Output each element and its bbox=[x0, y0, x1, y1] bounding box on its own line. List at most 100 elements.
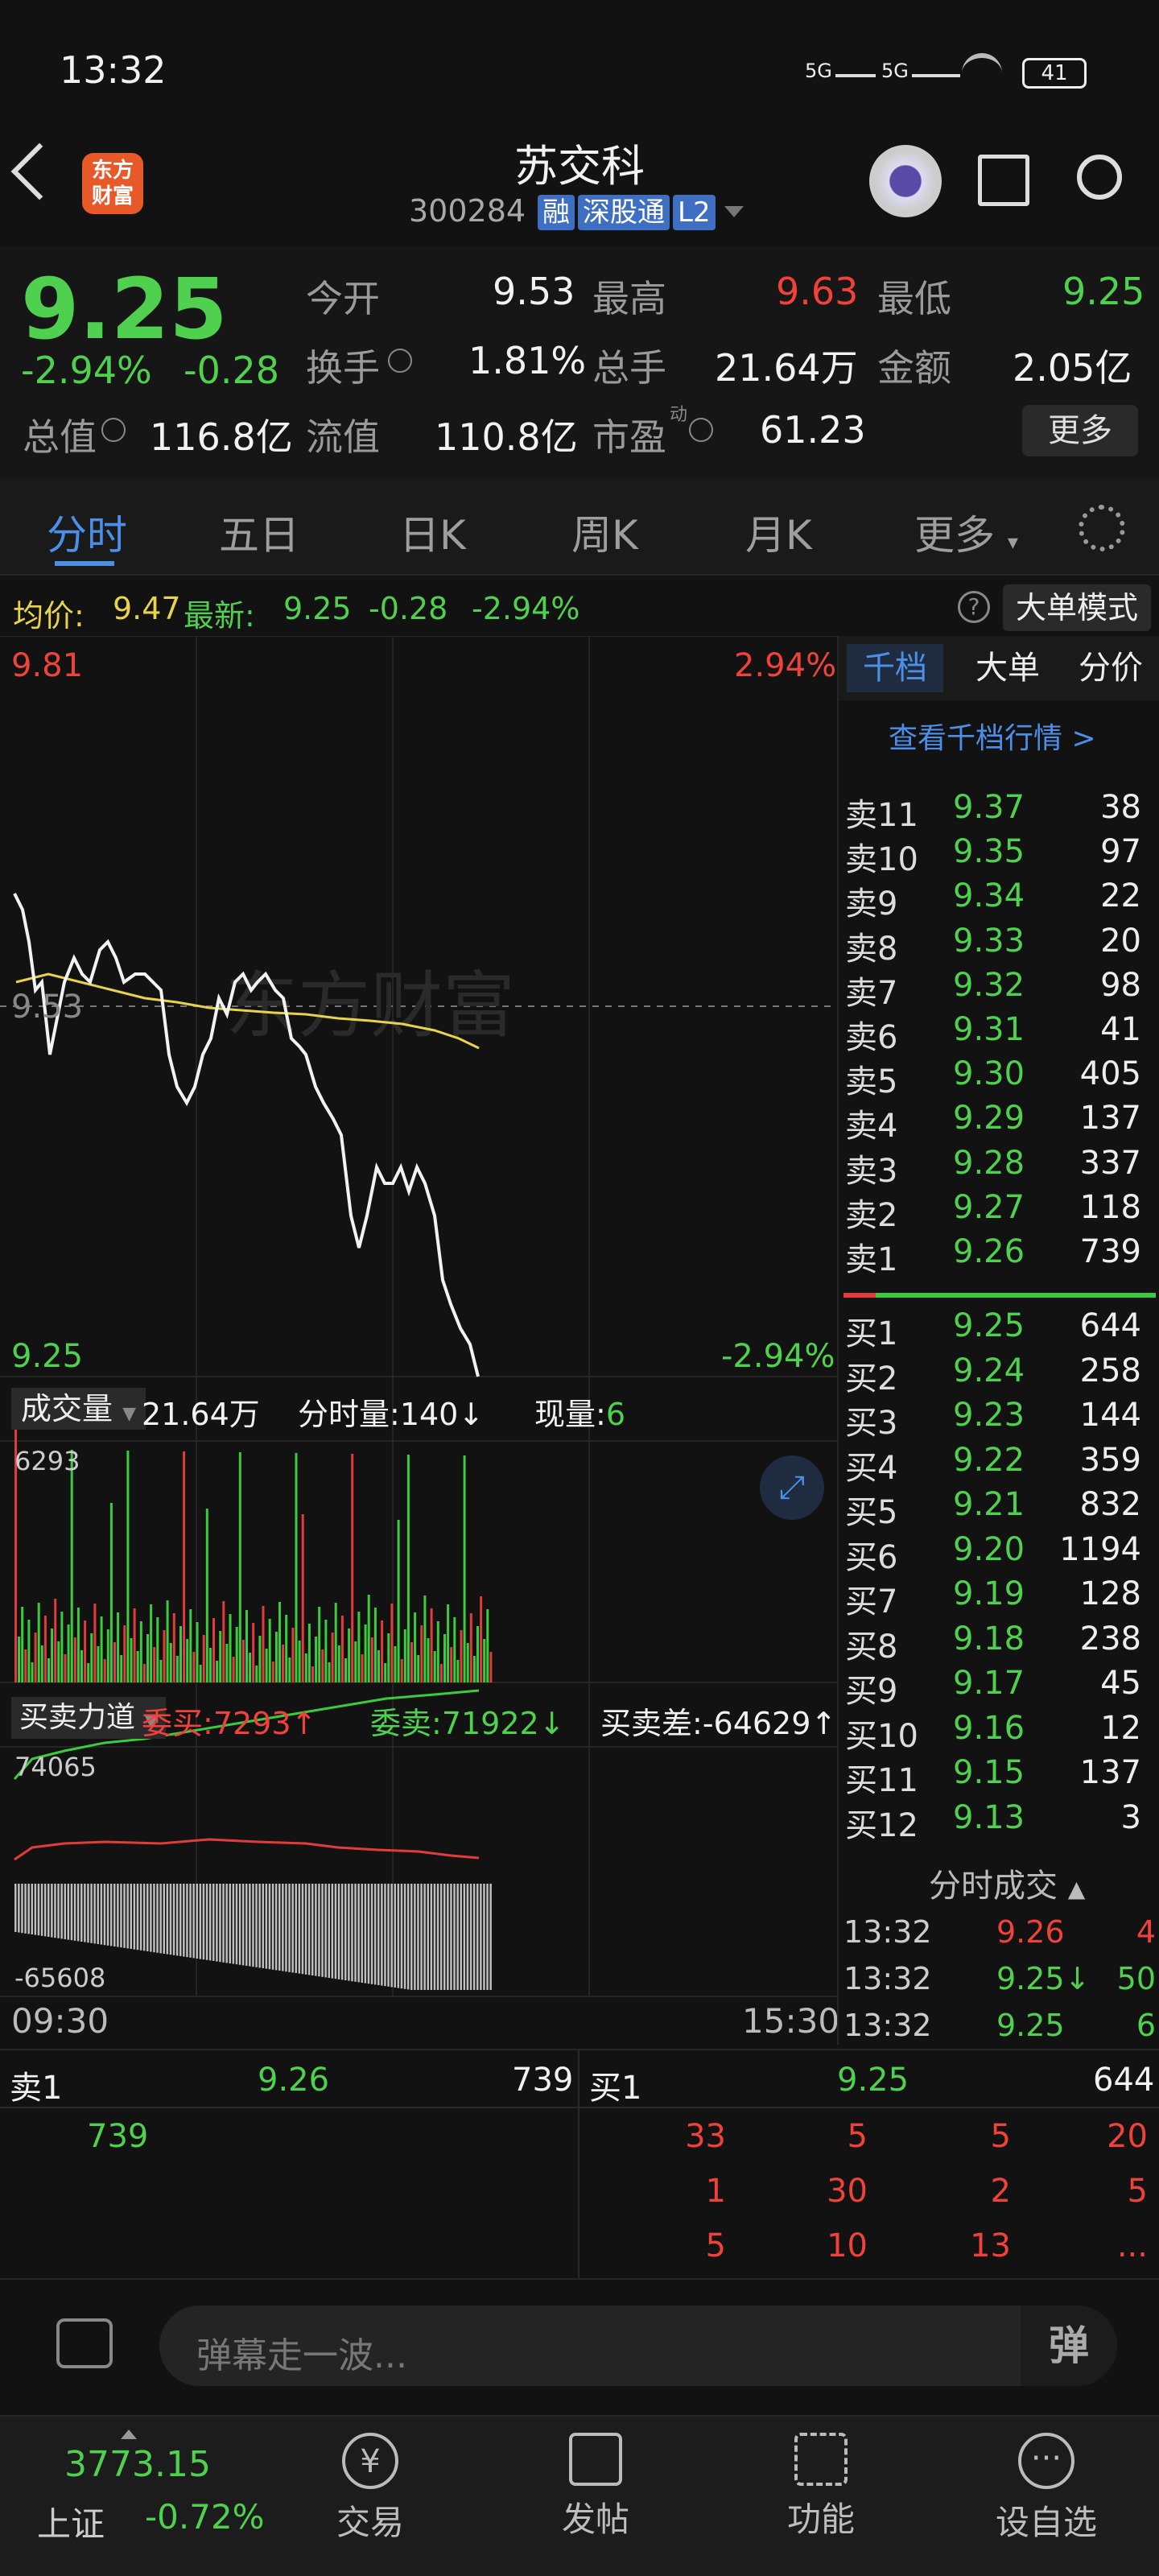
chevron-down-icon[interactable] bbox=[724, 206, 744, 217]
intraday-chart[interactable]: 东方财富 9.81 2.94% 9.53 9.25 -2.94% 成交量 ▼ 2… bbox=[0, 636, 839, 2045]
force-diff-bar bbox=[113, 1884, 116, 1946]
view-depth-link[interactable]: 查看千档行情 > bbox=[889, 715, 1096, 757]
big-order-mode-button[interactable]: 大单模式 bbox=[1003, 584, 1151, 631]
low-value: 9.25 bbox=[1062, 270, 1145, 313]
trade-tick-row: 13:32 9.26 4 bbox=[839, 1911, 1159, 1956]
order-queue: 卖1 9.26 739 739 买1 9.25 644 33 5 5 20 1 30 2 5 5… bbox=[0, 2049, 1159, 2280]
force-diff-bar bbox=[472, 1884, 476, 1990]
buy-row[interactable]: 买2 9.24 258 bbox=[839, 1349, 1159, 1397]
sell-row[interactable]: 卖9 9.34 22 bbox=[839, 874, 1159, 923]
buy-row[interactable]: 买8 9.18 238 bbox=[839, 1617, 1159, 1666]
sell-row[interactable]: 卖2 9.27 118 bbox=[839, 1186, 1159, 1234]
nav-functions[interactable]: 功能 bbox=[740, 2433, 901, 2541]
turnover-label: 换手 bbox=[306, 346, 380, 390]
buy-row[interactable]: 买5 9.21 832 bbox=[839, 1483, 1159, 1531]
force-diff-bar bbox=[97, 1884, 99, 1944]
buy-volume: 144 bbox=[1079, 1397, 1141, 1434]
sell-row[interactable]: 卖4 9.29 137 bbox=[839, 1096, 1159, 1145]
nav-post[interactable]: 发帖 bbox=[515, 2433, 676, 2541]
settings-gear-icon[interactable] bbox=[1079, 505, 1125, 551]
force-diff-bar bbox=[447, 1884, 449, 1990]
nav-add-watchlist[interactable]: ··· 设自选 bbox=[966, 2433, 1127, 2545]
sell-row[interactable]: 卖8 9.33 20 bbox=[839, 919, 1159, 968]
index-name[interactable]: 上证 bbox=[37, 2497, 105, 2546]
ticks-toggle[interactable]: 分时成交 ▲ bbox=[929, 1860, 1085, 1906]
tick-time: 13:32 bbox=[843, 1914, 932, 1950]
danmaku-toggle-icon[interactable] bbox=[56, 2318, 113, 2368]
volume-bar bbox=[169, 1643, 172, 1682]
buy-row[interactable]: 买10 9.16 12 bbox=[839, 1707, 1159, 1755]
sell-row[interactable]: 卖1 9.26 739 bbox=[839, 1230, 1159, 1278]
tab-price-dist[interactable]: 分价 bbox=[1062, 644, 1159, 692]
index-value[interactable]: 3773.15 bbox=[64, 2444, 211, 2485]
queue-buy-item: 1 bbox=[705, 2173, 726, 2210]
sell-row[interactable]: 卖11 9.37 38 bbox=[839, 786, 1159, 834]
index-change[interactable]: -0.72% bbox=[145, 2497, 265, 2537]
tab-weekly-k[interactable]: 周K bbox=[571, 503, 638, 561]
volume-bar bbox=[456, 1660, 460, 1682]
force-diff-bar bbox=[324, 1884, 327, 1978]
force-diff-bar bbox=[225, 1884, 228, 1963]
volume-bar bbox=[384, 1663, 387, 1682]
buy-row[interactable]: 买1 9.25 644 bbox=[839, 1304, 1159, 1352]
volume-bar bbox=[156, 1617, 159, 1682]
buy-volume: 45 bbox=[1100, 1665, 1141, 1702]
expand-icon[interactable]: ⤢ bbox=[760, 1455, 824, 1520]
buy-row[interactable]: 买11 9.15 137 bbox=[839, 1751, 1159, 1799]
volume-bar bbox=[390, 1604, 394, 1682]
tab-depth[interactable]: 千档 bbox=[847, 644, 943, 692]
volume-bar bbox=[315, 1637, 318, 1682]
tab-5day[interactable]: 五日 bbox=[219, 503, 299, 561]
more-button[interactable]: 更多 bbox=[1022, 405, 1138, 456]
order-book-tabs: 千档 大单 分价 bbox=[839, 636, 1159, 700]
force-diff-bar bbox=[14, 1884, 17, 1932]
share-icon[interactable] bbox=[978, 155, 1029, 206]
l2-badge[interactable]: L2 bbox=[673, 195, 716, 230]
force-diff-bar bbox=[166, 1884, 169, 1955]
sell-row[interactable]: 卖10 9.35 97 bbox=[839, 830, 1159, 878]
search-icon[interactable] bbox=[1077, 155, 1122, 200]
buy-row[interactable]: 买6 9.20 1194 bbox=[839, 1528, 1159, 1576]
force-diff-bar bbox=[315, 1884, 317, 1976]
force-diff-bar bbox=[476, 1884, 479, 1990]
queue-sell-label: 卖1 bbox=[10, 2070, 63, 2107]
avg-value: 9.47 bbox=[113, 591, 181, 626]
robot-assistant-icon[interactable] bbox=[869, 145, 942, 217]
buy-row[interactable]: 买4 9.22 359 bbox=[839, 1439, 1159, 1487]
info-icon[interactable] bbox=[689, 418, 713, 442]
tick-volume: 4 bbox=[1136, 1914, 1156, 1950]
sell-row[interactable]: 卖5 9.30 405 bbox=[839, 1052, 1159, 1100]
buy-row[interactable]: 买7 9.19 128 bbox=[839, 1572, 1159, 1620]
force-diff-bar bbox=[93, 1884, 96, 1944]
danmaku-input[interactable]: 弹幕走一波... 弹 bbox=[159, 2306, 1117, 2386]
nav-trade[interactable]: ¥ 交易 bbox=[290, 2433, 451, 2545]
tab-daily-k[interactable]: 日K bbox=[399, 503, 466, 561]
force-diff-bar bbox=[397, 1884, 400, 1988]
tab-big-order[interactable]: 大单 bbox=[959, 644, 1056, 692]
info-icon[interactable] bbox=[101, 418, 126, 442]
sell-level-label: 卖8 bbox=[845, 930, 898, 968]
queue-buy-item: 10 bbox=[827, 2227, 868, 2264]
tab-intraday[interactable]: 分时 bbox=[47, 503, 127, 561]
sell-row[interactable]: 卖7 9.32 98 bbox=[839, 964, 1159, 1012]
sell-level-label: 卖10 bbox=[845, 841, 918, 879]
info-icon[interactable] bbox=[388, 349, 412, 373]
force-diff-bar bbox=[480, 1884, 482, 1990]
force-diff: 买卖差:-64629↑ bbox=[600, 1706, 837, 1741]
danmaku-send-button[interactable]: 弹 bbox=[1021, 2306, 1117, 2386]
sell-row[interactable]: 卖3 9.28 337 bbox=[839, 1141, 1159, 1190]
volume-bar bbox=[476, 1626, 479, 1682]
buy-row[interactable]: 买3 9.23 144 bbox=[839, 1393, 1159, 1442]
tab-monthly-k[interactable]: 月K bbox=[745, 503, 812, 561]
buy-row[interactable]: 买12 9.13 3 bbox=[839, 1796, 1159, 1844]
buy-row[interactable]: 买9 9.17 45 bbox=[839, 1662, 1159, 1710]
tab-more[interactable]: 更多 ▾ bbox=[914, 503, 1018, 561]
force-diff-bar bbox=[208, 1884, 212, 1961]
force-diff-bar bbox=[377, 1884, 380, 1985]
volume-bar bbox=[192, 1652, 196, 1682]
help-icon[interactable]: ? bbox=[958, 591, 990, 623]
volume-selector[interactable]: 成交量 ▼ bbox=[11, 1388, 146, 1430]
sell-row[interactable]: 卖6 9.31 41 bbox=[839, 1008, 1159, 1056]
volume-bar bbox=[64, 1654, 67, 1682]
force-diff-bar bbox=[403, 1884, 406, 1989]
